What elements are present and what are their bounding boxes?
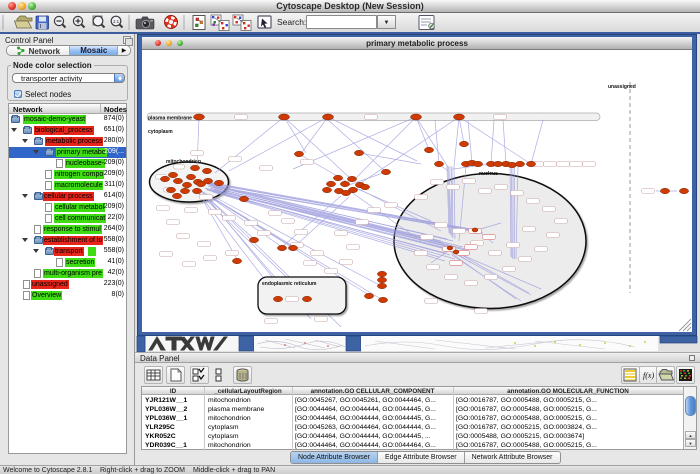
svg-text:endoplasmic reticulum: endoplasmic reticulum [262, 281, 317, 287]
svg-text:f(x): f(x) [643, 371, 654, 380]
svg-text:unassigned: unassigned [608, 84, 636, 90]
svg-text:plasma membrane: plasma membrane [148, 116, 192, 122]
svg-text:cytoplasm: cytoplasm [148, 129, 173, 135]
svg-text:1:1: 1:1 [113, 19, 120, 24]
svg-text:nucleus: nucleus [479, 171, 498, 177]
svg-text:mitochondrion: mitochondrion [166, 159, 201, 165]
